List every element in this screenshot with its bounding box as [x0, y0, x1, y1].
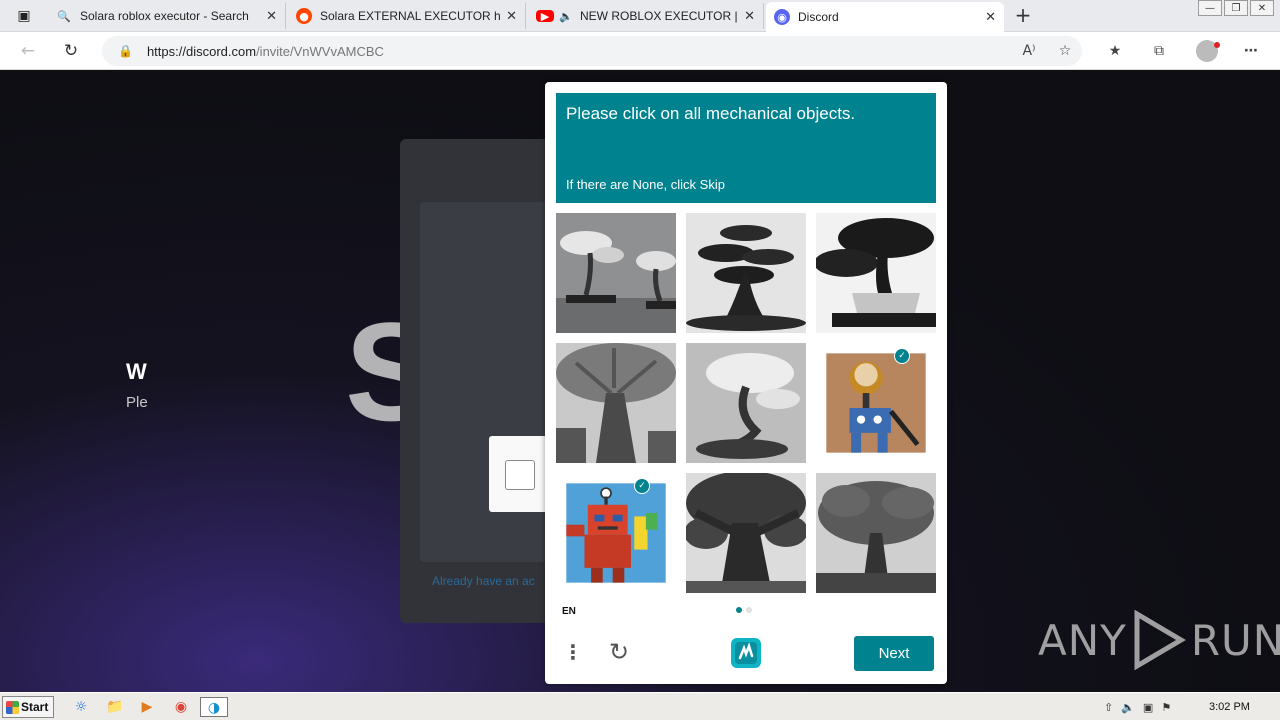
url-path: /invite/VnWVvAMCBC [256, 43, 384, 59]
login-link[interactable]: Already have an ac [432, 574, 535, 588]
file-explorer-icon[interactable]: 📁 [104, 697, 126, 717]
tab-actions-icon[interactable]: ▣ [8, 5, 40, 27]
flag-icon[interactable]: ⚑ [1161, 701, 1171, 714]
spreading-tree-tile[interactable] [816, 473, 936, 593]
challenge-header: Please click on all mechanical objects. … [556, 93, 936, 203]
tab-title: Solara EXTERNAL EXECUTOR has [320, 9, 501, 23]
captcha-widget [489, 436, 549, 512]
robot-brown-tile[interactable]: ✓ [816, 343, 936, 463]
reload-icon[interactable]: ↻ [60, 40, 82, 62]
bonsai-pot-tile[interactable] [816, 213, 936, 333]
minimize-icon[interactable]: — [1198, 0, 1222, 16]
next-button[interactable]: Next [854, 636, 934, 671]
tab-title: NEW ROBLOX EXECUTOR | S [580, 9, 739, 23]
start-label: Start [21, 700, 49, 714]
tile-image [816, 473, 936, 593]
challenge-prompt: Please click on all mechanical objects. [566, 104, 856, 123]
tile-image [816, 213, 936, 333]
volume-icon[interactable]: 🔈 [1121, 701, 1135, 714]
reddit-icon: ● [296, 8, 312, 24]
lock-icon[interactable]: 🔒 [118, 44, 133, 58]
edge-icon[interactable]: ◑ [200, 697, 228, 717]
refresh-icon[interactable]: ↻ [605, 638, 633, 666]
challenge-hint: If there are None, click Skip [566, 177, 725, 192]
oak-tree-tile[interactable] [686, 473, 806, 593]
tab-title: Solara roblox executor - Search [80, 9, 249, 23]
play-logo-icon [1134, 610, 1186, 670]
windows-logo-icon [6, 700, 19, 714]
media-player-icon[interactable]: ▶ [136, 697, 158, 717]
add-favorite-icon[interactable]: ☆ [1054, 40, 1076, 62]
url-domain: https://discord.com [146, 43, 257, 59]
image-grid: ✓ ✓ [556, 213, 936, 593]
windswept-bonsai-tile[interactable] [686, 343, 806, 463]
read-aloud-icon[interactable]: A⁾ [1018, 40, 1040, 62]
url-field[interactable]: 🔒 https://discord.com/invite/VnWVvAMCBC [102, 36, 1082, 66]
watermark-right: RUN [1190, 615, 1280, 665]
menu-dots-icon[interactable]: ⋮ [563, 640, 583, 666]
search-icon: 🔍 [57, 9, 71, 23]
watermark-left: ANY [1038, 615, 1127, 665]
youtube-icon: ▶ [536, 10, 554, 23]
tile-image [686, 343, 806, 463]
challenge-footer: ⋮ ↻ Next [545, 630, 947, 684]
close-icon[interactable]: ✕ [266, 9, 277, 24]
tab-discord[interactable]: ◉ Discord ✕ [766, 2, 1004, 32]
new-tab-button[interactable]: + [1012, 4, 1034, 26]
close-icon[interactable]: ✕ [506, 9, 517, 24]
bonsai-pair-tile[interactable] [556, 213, 676, 333]
network-icon[interactable]: ▣ [1143, 701, 1153, 714]
restore-icon[interactable]: ❐ [1224, 0, 1248, 16]
discord-title: W [126, 359, 147, 384]
back-icon[interactable]: ← [17, 40, 39, 62]
hcaptcha-challenge: Please click on all mechanical objects. … [545, 82, 947, 684]
collections-icon[interactable]: ⧉ [1148, 40, 1170, 62]
tile-image [556, 213, 676, 333]
tab-search[interactable]: 🔍 Solara roblox executor - Search ✕ [48, 3, 286, 29]
hcaptcha-logo-icon [731, 638, 761, 668]
robot-red-tile[interactable]: ✓ [556, 473, 676, 593]
tray-expand-icon[interactable]: ⇧ [1104, 701, 1113, 714]
start-button[interactable]: Start [2, 696, 54, 718]
bonsai-tree-tile[interactable] [686, 213, 806, 333]
page-indicator [736, 607, 752, 613]
more-options-icon[interactable]: ⋯ [1240, 40, 1262, 62]
tab-youtube[interactable]: ▶ 🔈 NEW ROBLOX EXECUTOR | S ✕ [528, 3, 764, 29]
address-bar: ← ↻ 🔒 https://discord.com/invite/VnWVvAM… [0, 32, 1280, 70]
tile-image [556, 343, 676, 463]
browser-window: ▣ 🔍 Solara roblox executor - Search ✕ ● … [0, 0, 1280, 692]
close-icon[interactable]: ✕ [985, 10, 996, 25]
discord-icon: ◉ [774, 9, 790, 25]
tile-image [826, 353, 926, 453]
favorites-icon[interactable]: ★ [1104, 40, 1126, 62]
page-dot-active [736, 607, 742, 613]
captcha-checkbox[interactable] [505, 460, 535, 490]
tab-title: Discord [798, 10, 839, 24]
clock[interactable]: 3:02 PM [1209, 701, 1250, 713]
selected-check-icon: ✓ [634, 478, 650, 494]
language-selector[interactable]: EN [562, 606, 576, 617]
tile-image [686, 213, 806, 333]
close-window-icon[interactable]: ✕ [1250, 0, 1274, 16]
tile-image [686, 473, 806, 593]
taskbar: Start ☼ 📁 ▶ ◉ ◑ ⇧ 🔈 ▣ ⚑ 3:02 PM [0, 692, 1280, 720]
close-icon[interactable]: ✕ [744, 9, 755, 24]
tile-image [566, 483, 666, 583]
page-dot [746, 607, 752, 613]
system-tray: ⇧ 🔈 ▣ ⚑ [1104, 697, 1171, 717]
anyrun-watermark: ANY RUN [1038, 610, 1280, 670]
large-tree-tile[interactable] [556, 343, 676, 463]
internet-explorer-icon[interactable]: ☼ [70, 697, 92, 717]
tab-reddit[interactable]: ● Solara EXTERNAL EXECUTOR has ✕ [288, 3, 526, 29]
profile-avatar[interactable] [1196, 40, 1220, 62]
speaker-icon[interactable]: 🔈 [558, 8, 574, 24]
chrome-icon[interactable]: ◉ [170, 697, 192, 717]
discord-subtitle: Ple [126, 394, 148, 411]
tab-bar: ▣ 🔍 Solara roblox executor - Search ✕ ● … [0, 0, 1280, 32]
selected-check-icon: ✓ [894, 348, 910, 364]
window-controls: — ❐ ✕ [1198, 0, 1274, 16]
